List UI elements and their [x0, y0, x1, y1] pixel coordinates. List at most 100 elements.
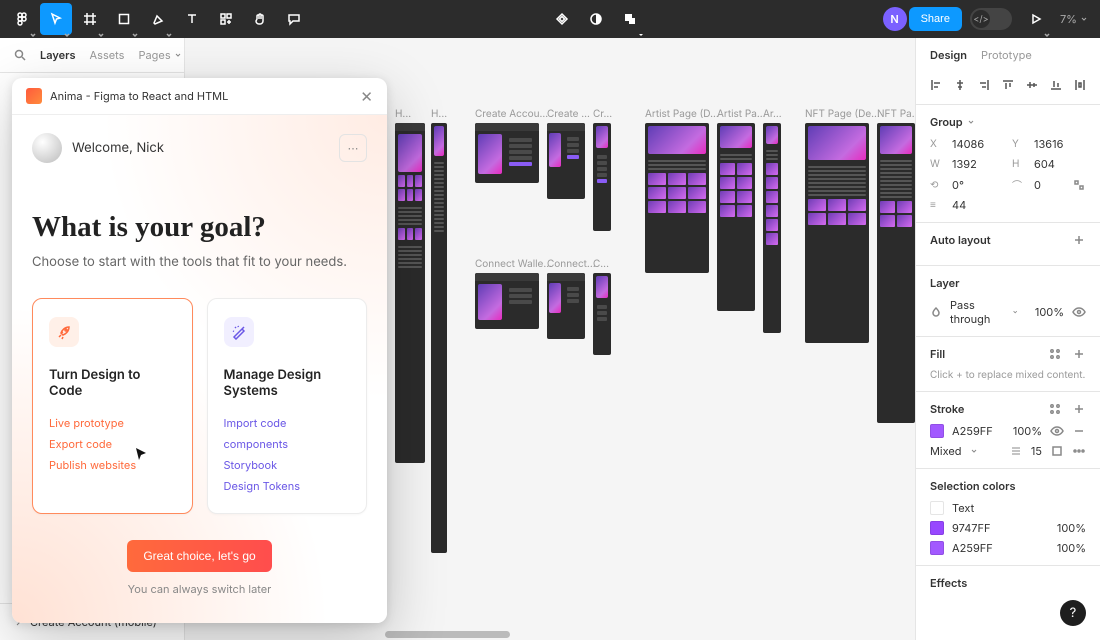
corner-detail-icon[interactable]	[1072, 178, 1086, 192]
y-input[interactable]: 13616	[1034, 137, 1086, 151]
search-icon[interactable]	[14, 48, 26, 62]
frame-stack[interactable]: Create ...	[547, 108, 590, 199]
goal-link[interactable]: Import code components	[224, 413, 339, 455]
section-title-selection: Selection colors	[930, 479, 1016, 493]
comment-tool[interactable]	[278, 3, 310, 35]
hand-tool[interactable]	[244, 3, 276, 35]
stroke-opacity[interactable]: 100%	[1013, 424, 1042, 438]
frame-stack[interactable]: Connect...	[547, 258, 596, 339]
play-button[interactable]	[1020, 3, 1052, 35]
tab-layers[interactable]: Layers	[40, 48, 76, 62]
add-icon[interactable]	[1072, 347, 1086, 361]
goal-link[interactable]: Storybook	[224, 455, 278, 476]
color-swatch[interactable]	[930, 541, 944, 555]
color-opacity[interactable]: 100%	[1057, 521, 1086, 535]
frame-stack[interactable]: Artist Page (D...	[645, 108, 719, 273]
component-icon[interactable]	[614, 3, 646, 35]
styles-icon[interactable]	[1048, 402, 1062, 416]
user-avatar[interactable]: N	[883, 7, 907, 31]
selection-color-row[interactable]: Text	[930, 501, 1086, 515]
tab-assets[interactable]: Assets	[90, 48, 125, 62]
shape-tool[interactable]	[108, 3, 140, 35]
devmode-toggle[interactable]: </>	[970, 8, 1012, 30]
align-hcenter-icon[interactable]	[952, 76, 969, 94]
w-label: W	[930, 158, 944, 170]
frame-stack[interactable]: NFT Page (De...	[805, 108, 880, 343]
visibility-icon[interactable]	[1050, 424, 1064, 438]
help-fab[interactable]: ?	[1060, 600, 1086, 626]
pages-dropdown[interactable]: Pages	[138, 48, 181, 62]
frame-stack[interactable]: NFT Pa...	[877, 108, 920, 423]
align-left-icon[interactable]	[928, 76, 945, 94]
tab-design[interactable]: Design	[930, 48, 967, 62]
selection-color-row[interactable]: 9747FF 100%	[930, 521, 1086, 535]
w-input[interactable]: 1392	[952, 157, 1004, 171]
goal-link[interactable]: Live prototype	[49, 413, 124, 434]
visibility-icon[interactable]	[1072, 305, 1086, 319]
grid-icon[interactable]	[546, 3, 578, 35]
topbar-center	[546, 3, 646, 35]
section-title-stroke: Stroke	[930, 402, 964, 416]
section-selection-colors: Selection colors Text 9747FF 100% A259FF…	[916, 469, 1100, 566]
more-icon[interactable]	[1072, 444, 1086, 458]
goal-card-code[interactable]: Turn Design to Code Live prototype Expor…	[32, 298, 193, 514]
add-icon[interactable]	[1072, 402, 1086, 416]
frame-stack[interactable]: Create Accou...	[475, 108, 548, 183]
x-input[interactable]: 14086	[952, 137, 1004, 151]
goal-link[interactable]: Export code	[49, 434, 112, 455]
blend-mode-select[interactable]: Pass through	[950, 298, 1004, 326]
stroke-weight-input[interactable]: 15	[1031, 444, 1042, 458]
frame-stack[interactable]: C...	[593, 258, 611, 355]
color-opacity[interactable]: 100%	[1057, 541, 1086, 555]
plugin-title: Anima - Figma to React and HTML	[50, 89, 228, 103]
corner-input[interactable]: 0	[1034, 178, 1041, 192]
stroke-side-icon[interactable]	[1050, 444, 1064, 458]
frame-stack[interactable]: H...	[431, 108, 447, 553]
close-icon[interactable]: ✕	[360, 89, 373, 104]
distribute-icon[interactable]	[1071, 76, 1088, 94]
styles-icon[interactable]	[1048, 347, 1062, 361]
stroke-swatch[interactable]	[930, 424, 944, 438]
selection-color-row[interactable]: A259FF 100%	[930, 541, 1086, 555]
stroke-hex[interactable]: A259FF	[952, 424, 993, 438]
rotation-input[interactable]: 0°	[952, 178, 1004, 192]
frame-stack[interactable]: Connect Walle...	[475, 258, 552, 329]
add-icon[interactable]	[1072, 233, 1086, 247]
color-swatch[interactable]	[930, 501, 944, 515]
goal-card-design-systems[interactable]: Manage Design Systems Import code compon…	[207, 298, 368, 514]
zoom-dropdown[interactable]: 7%	[1054, 12, 1094, 26]
kebab-menu-button[interactable]: ⋯	[339, 134, 367, 162]
goal-link[interactable]: Design Tokens	[224, 476, 301, 497]
align-right-icon[interactable]	[976, 76, 993, 94]
frame-stack[interactable]: Artist Pa...	[717, 108, 766, 311]
h-input[interactable]: 604	[1034, 157, 1086, 171]
align-bottom-icon[interactable]	[1047, 76, 1064, 94]
pen-tool[interactable]	[142, 3, 174, 35]
align-top-icon[interactable]	[1000, 76, 1017, 94]
share-button[interactable]: Share	[909, 7, 962, 31]
frame-stack[interactable]: H...	[395, 108, 425, 463]
goal-card-title: Manage Design Systems	[224, 367, 351, 399]
align-vcenter-icon[interactable]	[1023, 76, 1040, 94]
remove-icon[interactable]	[1072, 424, 1086, 438]
color-swatch[interactable]	[930, 521, 944, 535]
text-tool[interactable]	[176, 3, 208, 35]
frame-stack[interactable]: Ar...	[763, 108, 782, 333]
resources-tool[interactable]	[210, 3, 242, 35]
stroke-style-select[interactable]: Mixed	[930, 444, 962, 458]
section-layer: Layer Pass through 100%	[916, 266, 1100, 337]
frame-label: NFT Pa...	[877, 108, 920, 120]
figma-menu-button[interactable]	[6, 3, 38, 35]
goal-link[interactable]: Publish websites	[49, 455, 136, 476]
move-tool[interactable]	[40, 3, 72, 35]
color-label: Text	[952, 501, 974, 515]
section-title-autolayout: Auto layout	[930, 233, 991, 247]
tab-prototype[interactable]: Prototype	[981, 48, 1032, 62]
canvas-scrollbar-horizontal[interactable]	[385, 631, 715, 638]
gap-input[interactable]: 44	[952, 198, 1004, 212]
contrast-icon[interactable]	[580, 3, 612, 35]
cta-button[interactable]: Great choice, let's go	[127, 540, 271, 572]
frame-stack[interactable]: Cr...	[593, 108, 612, 231]
frame-tool[interactable]	[74, 3, 106, 35]
layer-opacity-input[interactable]: 100%	[1035, 305, 1064, 319]
